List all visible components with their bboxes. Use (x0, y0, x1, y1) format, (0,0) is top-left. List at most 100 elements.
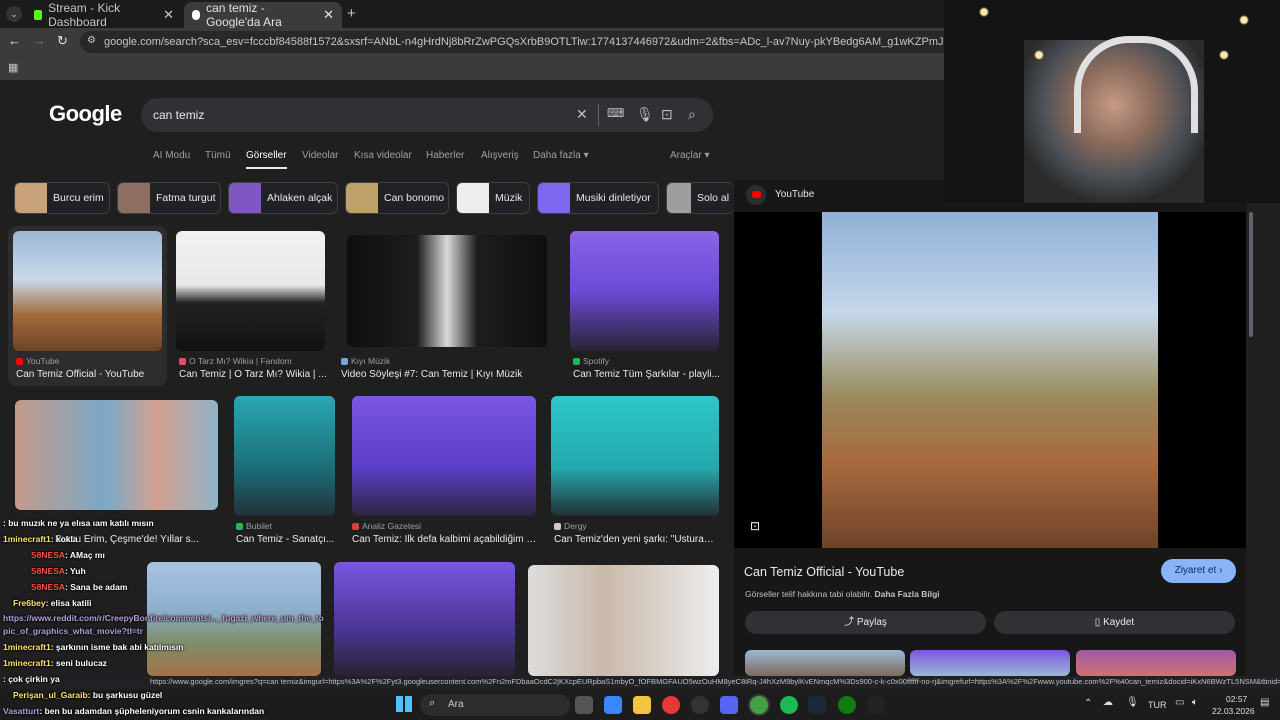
network-icon[interactable]: ▭ (1175, 697, 1184, 708)
chip-muzik[interactable]: Müzik (456, 182, 530, 214)
tab-news[interactable]: Haberler (426, 150, 464, 161)
search-box[interactable] (141, 98, 713, 132)
language-indicator[interactable]: TUR (1148, 700, 1167, 710)
tab-kick-dashboard[interactable]: Stream - Kick Dashboard ✕ (26, 1, 182, 29)
chat-link[interactable]: pic_of_graphics_what_movie?tl=tr (3, 626, 143, 636)
result-image[interactable] (528, 565, 719, 676)
clear-icon[interactable]: ✕ (576, 106, 588, 123)
save-button[interactable]: ▯ Kaydet (994, 611, 1235, 634)
steam-icon[interactable] (808, 696, 826, 714)
preview-photo[interactable] (822, 212, 1158, 548)
taskbar-search[interactable]: Ara (420, 694, 570, 716)
kiyi-icon (341, 358, 348, 365)
more-info-link[interactable]: Daha Fazla Bilgi (874, 589, 939, 599)
close-tab-icon[interactable]: ✕ (323, 7, 334, 23)
result-title[interactable]: Can Temiz Tüm Şarkılar - playli... (573, 369, 721, 380)
chip-can-bonomo[interactable]: Can bonomo (345, 182, 449, 214)
tab-more[interactable]: Daha fazla ▾ (533, 150, 589, 161)
new-tab-button[interactable]: + (347, 5, 356, 22)
google-logo[interactable]: Google (49, 101, 122, 127)
clock-date[interactable]: 22.03.2026 (1212, 706, 1255, 716)
tab-all[interactable]: Tümü (205, 150, 231, 161)
chip-burcu-erim[interactable]: Burcu erim (14, 182, 110, 214)
result-source: Kıyı Müzik (341, 356, 390, 366)
explorer-icon[interactable] (604, 696, 622, 714)
forward-icon[interactable]: → (33, 33, 46, 48)
result-image[interactable] (352, 396, 536, 516)
windows-start-icon[interactable] (396, 696, 412, 712)
panel-source[interactable]: YouTube (775, 189, 814, 200)
chat-link[interactable]: https://www.reddit.com/r/CreepyBonfire/c… (3, 613, 324, 623)
result-title[interactable]: Video Söyleşi #7: Can Temiz | Kıyı Müzik (341, 369, 551, 380)
mic-tray-icon[interactable]: 🎙︎ (1126, 697, 1139, 708)
chat-message: : bu muzık ne ya elısa ıam katılı mısın (3, 518, 154, 528)
result-image[interactable] (176, 231, 325, 351)
notification-icon[interactable]: ▤ (1260, 697, 1269, 708)
volume-icon[interactable]: 🔈︎ (1192, 697, 1198, 708)
share-button[interactable]: ⤴ Paylaş (745, 611, 986, 634)
tab-videos[interactable]: Videolar (302, 150, 339, 161)
clock-time[interactable]: 02:57 (1226, 694, 1247, 704)
address-bar[interactable]: google.com/search?sca_esv=fcccbf84588f15… (80, 31, 960, 53)
result-title[interactable]: Can Temiz Official - YouTube (16, 369, 164, 380)
search-input[interactable]: can temiz (153, 108, 204, 122)
lens-icon[interactable]: ⊡ (661, 106, 673, 123)
result-image[interactable] (347, 235, 547, 347)
apps-grid-icon[interactable]: ▦ (8, 61, 18, 74)
panel-title[interactable]: Can Temiz Official - YouTube (744, 565, 904, 579)
tab-google-search[interactable]: can temiz - Google'da Ara ✕ (184, 1, 342, 29)
spotify-icon[interactable] (780, 696, 798, 714)
result-title[interactable]: Can Temiz | O Tarz Mı? Wikia | ... (179, 369, 327, 380)
close-tab-icon[interactable]: ✕ (163, 7, 174, 23)
tray-chevron-icon[interactable]: ⌃ (1084, 698, 1092, 709)
keyboard-icon[interactable]: ⌨ (607, 106, 624, 120)
microphone-icon[interactable]: 🎙︎ (636, 106, 654, 123)
dergy-icon (554, 523, 561, 530)
result-title[interactable]: Can Temiz'den yeni şarkı: "Usturam... (554, 534, 718, 545)
onedrive-icon[interactable]: ☁ (1103, 697, 1113, 708)
chevron-down-icon: ▾ (704, 150, 710, 161)
tab-shopping[interactable]: Alışveriş (481, 150, 519, 161)
source-label: Spotify (583, 356, 609, 366)
result-image[interactable] (234, 396, 335, 516)
scrollbar[interactable] (1249, 212, 1253, 337)
chrome-active-icon[interactable] (750, 696, 768, 714)
tools-button[interactable]: Araçlar ▾ (670, 150, 710, 161)
xbox-icon[interactable] (838, 696, 856, 714)
result-image[interactable] (334, 562, 515, 676)
tab-images[interactable]: Görseller (246, 150, 287, 169)
source-label: Analiz Gazetesi (362, 521, 422, 531)
chip-musiki-dinletiyor[interactable]: Musiki dinletiyor (537, 182, 659, 214)
chip-fatma-turgut[interactable]: Fatma turgut (117, 182, 221, 214)
visit-button[interactable]: Ziyaret et › (1161, 559, 1236, 583)
result-title[interactable]: Can Temiz: İlk defa kalbimi açabildiğim … (352, 534, 538, 545)
task-view-icon[interactable] (575, 696, 593, 714)
result-title[interactable]: Burcu Erim, Çeşme'de! Yıllar s... (55, 534, 215, 545)
tab-ai-mode[interactable]: AI Modu (153, 150, 190, 161)
epic-games-icon[interactable] (867, 696, 885, 714)
related-image[interactable] (745, 650, 905, 676)
reload-icon[interactable]: ↻ (57, 33, 68, 49)
chat-user: 1minecraft1 (3, 658, 51, 668)
result-image[interactable] (551, 396, 719, 516)
obs-icon[interactable] (691, 696, 709, 714)
chip-solo-al[interactable]: Solo al (666, 182, 734, 214)
discord-icon[interactable] (720, 696, 738, 714)
chip-thumbnail (346, 183, 378, 213)
chip-ahlaken-alcak[interactable]: Ahlaken alçak (228, 182, 338, 214)
back-icon[interactable]: ← (8, 33, 21, 48)
lens-icon[interactable]: ⊡ (750, 519, 760, 533)
search-icon[interactable]: ⌕ (688, 106, 696, 123)
folder-icon[interactable] (633, 696, 651, 714)
tab-search-button[interactable]: ⌄ (6, 6, 22, 22)
related-image[interactable] (1076, 650, 1236, 676)
tab-short-videos[interactable]: Kısa videolar (354, 150, 412, 161)
related-image[interactable] (910, 650, 1070, 676)
chrome-icon[interactable] (662, 696, 680, 714)
result-title[interactable]: Can Temiz - Sanatçı... (236, 534, 336, 545)
result-image[interactable] (570, 231, 719, 351)
site-info-icon[interactable]: ⚙ (87, 35, 96, 46)
result-source: Dergy (554, 521, 587, 531)
result-image[interactable] (13, 231, 162, 351)
result-image[interactable] (15, 400, 218, 510)
